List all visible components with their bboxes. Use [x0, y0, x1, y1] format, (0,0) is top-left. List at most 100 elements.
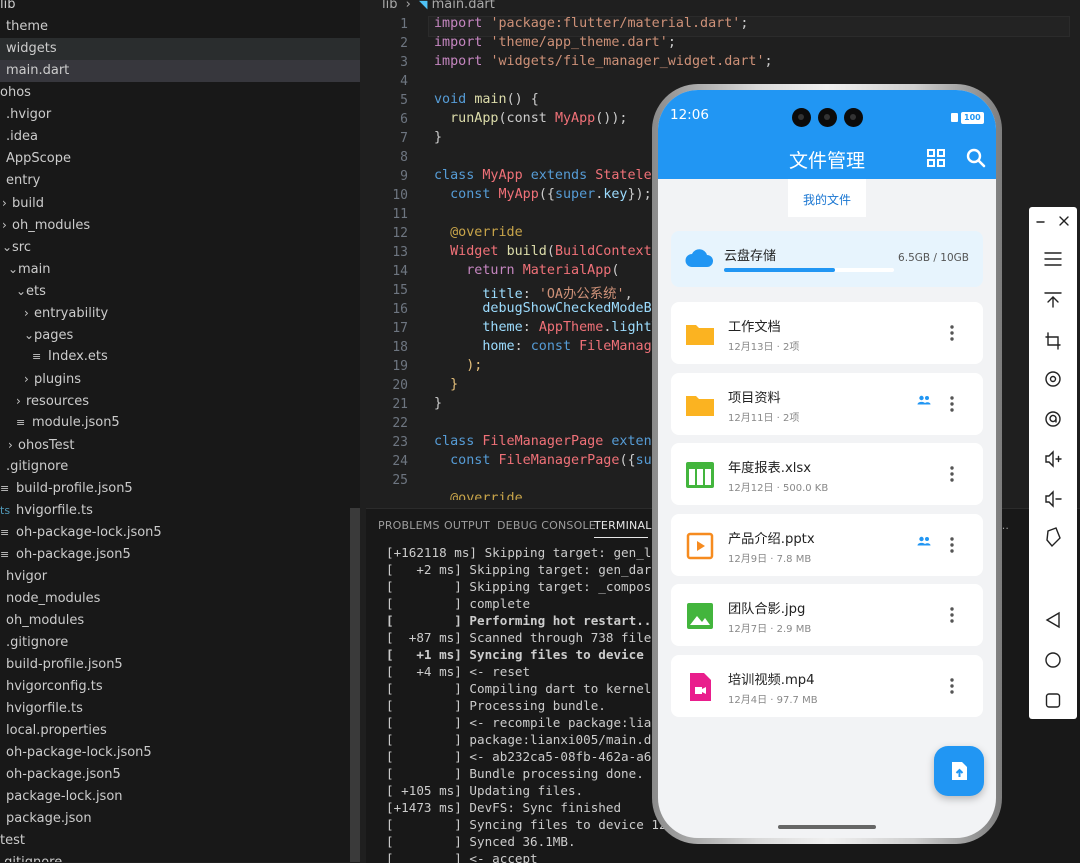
panel-tab[interactable]: OUTPUT — [444, 519, 490, 532]
recents-icon[interactable] — [1041, 688, 1065, 712]
upload-button[interactable] — [934, 746, 984, 796]
tree-item[interactable]: › resources — [0, 390, 360, 412]
home-icon[interactable] — [1041, 648, 1065, 672]
more-options-icon[interactable] — [944, 395, 960, 413]
tree-item[interactable]: oh_modules — [0, 610, 360, 632]
file-meta: 12月11日 · 2项 — [728, 412, 800, 424]
file-list-item[interactable]: 工作文档 12月13日 · 2项 — [671, 302, 983, 364]
tree-item[interactable]: lib — [0, 0, 360, 16]
tree-item[interactable]: ≡ Index.ets — [0, 346, 360, 368]
search-icon[interactable] — [964, 146, 988, 170]
tree-item[interactable]: .gitignore — [0, 456, 360, 478]
more-options-icon[interactable] — [944, 465, 960, 483]
tree-item[interactable]: hvigor — [0, 566, 360, 588]
chevron-right-icon[interactable]: › — [24, 368, 34, 390]
code-token: ()); — [595, 111, 628, 126]
chevron-right-icon[interactable]: › — [2, 214, 12, 236]
tree-item[interactable]: › plugins — [0, 368, 360, 390]
tree-item[interactable]: theme — [0, 16, 360, 38]
rotate-icon[interactable] — [1041, 367, 1065, 391]
tree-item[interactable]: package-lock.json — [0, 786, 360, 808]
crop-icon[interactable] — [1041, 328, 1065, 352]
more-options-icon[interactable] — [944, 324, 960, 342]
panel-tab[interactable]: TERMINAL — [594, 519, 652, 532]
screenshot-icon[interactable] — [1041, 407, 1065, 431]
panel-tab[interactable]: DEBUG CONSOLE — [497, 519, 596, 532]
tree-item[interactable]: oh-package-lock.json5 — [0, 742, 360, 764]
chevron-right-icon[interactable]: › — [24, 302, 34, 324]
more-options-icon[interactable] — [944, 677, 960, 695]
tree-item[interactable]: ts hvigorfile.ts — [0, 500, 360, 522]
tab-my-files[interactable]: 我的文件 — [788, 179, 866, 217]
tree-item[interactable]: .idea — [0, 126, 360, 148]
tree-item-label: oh-package-lock.json5 — [6, 745, 152, 760]
code-line: import 'widgets/file_manager_widget.dart… — [434, 54, 773, 69]
back-icon[interactable] — [1041, 608, 1065, 632]
tree-item[interactable]: entry — [0, 170, 360, 192]
tree-item[interactable]: ≡ oh-package-lock.json5 — [0, 522, 360, 544]
chevron-down-icon[interactable]: ⌄ — [24, 324, 34, 346]
breadcrumb-folder[interactable]: lib — [382, 0, 397, 12]
tree-item[interactable]: test — [0, 830, 360, 852]
tree-item[interactable]: oh-package.json5 — [0, 764, 360, 786]
fold-icon[interactable] — [1041, 527, 1065, 551]
more-options-icon[interactable] — [944, 606, 960, 624]
tree-item[interactable]: node_modules — [0, 588, 360, 610]
menu-icon[interactable] — [1041, 247, 1065, 271]
file-list-item[interactable]: 年度报表.xlsx 12月12日 · 500.0 KB — [671, 443, 983, 506]
close-icon[interactable] — [1053, 210, 1077, 234]
volume-down-icon[interactable] — [1041, 487, 1065, 511]
terminal-line: [ ] package:lianxi005/main.dart — [386, 732, 675, 747]
tree-item[interactable]: › build — [0, 192, 360, 214]
pin-top-icon[interactable] — [1041, 288, 1065, 312]
grid-view-icon[interactable] — [924, 146, 948, 170]
tree-item[interactable]: hvigorconfig.ts — [0, 676, 360, 698]
tree-item[interactable]: › oh_modules — [0, 214, 360, 236]
explorer-scrollbar[interactable] — [350, 508, 360, 862]
chevron-right-icon[interactable]: › — [8, 434, 18, 456]
tree-item[interactable]: ohos — [0, 82, 360, 104]
code-token: MaterialApp — [522, 263, 612, 278]
tree-item[interactable]: .gitignore — [0, 632, 360, 654]
tree-item[interactable]: local.properties — [0, 720, 360, 742]
chevron-down-icon[interactable]: ⌄ — [16, 280, 26, 302]
tree-item[interactable]: ≡ build-profile.json5 — [0, 478, 360, 500]
tree-item[interactable]: › entryability — [0, 302, 360, 324]
file-list-item[interactable]: 培训视频.mp4 12月4日 · 97.7 MB — [671, 655, 983, 717]
file-list-item[interactable]: 产品介绍.pptx 12月9日 · 7.8 MB — [671, 513, 983, 576]
tree-item-label: main.dart — [6, 63, 70, 78]
chevron-right-icon[interactable]: › — [2, 192, 12, 214]
code-token: import — [434, 54, 491, 69]
chevron-right-icon[interactable]: › — [16, 390, 26, 412]
tree-item[interactable]: main.dart — [0, 60, 360, 82]
tree-item[interactable]: widgets — [0, 38, 360, 60]
minimize-icon[interactable] — [1029, 210, 1053, 234]
tree-item[interactable]: › ohosTest — [0, 434, 360, 456]
more-options-icon[interactable] — [944, 536, 960, 554]
tree-item[interactable]: ⌄pages — [0, 324, 360, 346]
tree-item[interactable]: ≡ module.json5 — [0, 412, 360, 434]
file-icon: ≡ — [0, 526, 10, 539]
file-name: 项目资料 — [728, 390, 781, 406]
tree-item[interactable]: ⌄ets — [0, 280, 360, 302]
chevron-down-icon[interactable]: ⌄ — [8, 258, 18, 280]
tree-item[interactable]: ≡ oh-package.json5 — [0, 544, 360, 566]
chevron-down-icon[interactable]: ⌄ — [2, 236, 12, 258]
code-token: MyApp — [498, 187, 539, 202]
file-list-item[interactable]: 项目资料 12月11日 · 2项 — [671, 372, 983, 435]
tree-item[interactable]: .gitignore — [0, 852, 360, 862]
tree-item[interactable]: package.json — [0, 808, 360, 830]
cloud-storage-card[interactable]: 云盘存储 6.5GB / 10GB — [671, 231, 983, 287]
file-meta: 12月4日 · 97.7 MB — [728, 695, 818, 706]
volume-up-icon[interactable] — [1041, 447, 1065, 471]
tree-item[interactable]: ⌄main — [0, 258, 360, 280]
tree-item[interactable]: ⌄src — [0, 236, 360, 258]
breadcrumb-file[interactable]: main.dart — [432, 0, 495, 12]
home-indicator[interactable] — [778, 825, 876, 829]
tree-item[interactable]: build-profile.json5 — [0, 654, 360, 676]
tree-item[interactable]: .hvigor — [0, 104, 360, 126]
panel-tab[interactable]: PROBLEMS — [378, 519, 440, 532]
file-list-item[interactable]: 团队合影.jpg 12月7日 · 2.9 MB — [671, 584, 983, 647]
tree-item[interactable]: AppScope — [0, 148, 360, 170]
tree-item[interactable]: hvigorfile.ts — [0, 698, 360, 720]
